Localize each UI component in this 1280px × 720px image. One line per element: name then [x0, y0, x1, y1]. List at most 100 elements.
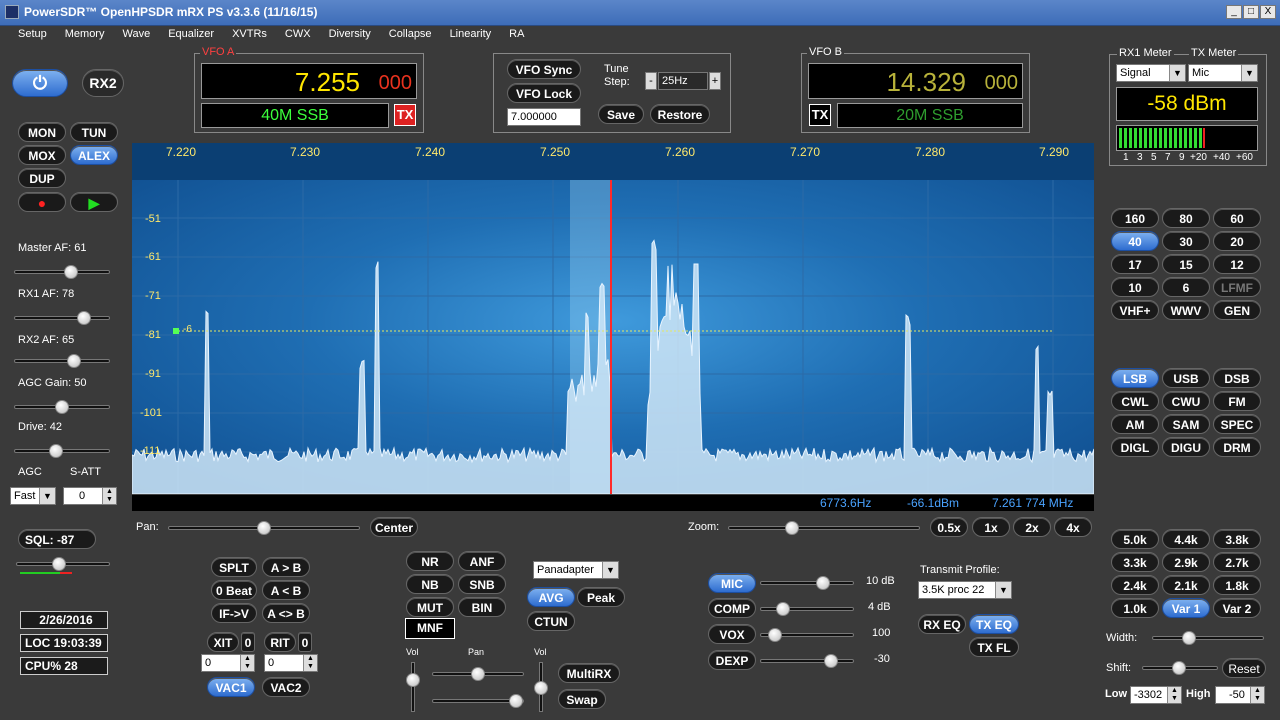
vfob-tx-button[interactable]: TX — [809, 104, 831, 126]
power-button[interactable]: ⏻ — [12, 69, 68, 97]
squelch-marker-box[interactable] — [173, 328, 179, 334]
filter-button-10k[interactable]: 1.0k — [1111, 598, 1159, 618]
vol-knob[interactable] — [406, 673, 420, 687]
dexp-button[interactable]: DEXP — [708, 650, 756, 670]
ctun-button[interactable]: CTUN — [527, 611, 575, 631]
mode-button-digl[interactable]: DIGL — [1111, 437, 1159, 457]
mode-button-am[interactable]: AM — [1111, 414, 1159, 434]
comp-button[interactable]: COMP — [708, 598, 756, 618]
save-button[interactable]: Save — [598, 104, 644, 124]
play-button[interactable]: ▶ — [70, 192, 118, 212]
rit-button[interactable]: RIT — [264, 632, 296, 652]
rx2-af-knob[interactable] — [67, 354, 81, 368]
zoom-1x-button[interactable]: 1x — [972, 517, 1010, 537]
xit-button[interactable]: XIT — [207, 632, 239, 652]
freq-input[interactable]: 7.000000 — [507, 108, 581, 126]
width-slider[interactable] — [1152, 636, 1264, 640]
band-button-gen[interactable]: GEN — [1213, 300, 1261, 320]
vfob-freq-display[interactable]: 14.329 000 — [808, 63, 1023, 99]
rx1-meter-select[interactable]: Signal ▼ — [1116, 64, 1186, 82]
minimize-button[interactable]: _ — [1226, 5, 1242, 19]
rx1-af-slider[interactable] — [14, 316, 110, 320]
menu-linearity[interactable]: Linearity — [441, 26, 501, 40]
vac1-button[interactable]: VAC1 — [207, 677, 255, 697]
comp-knob[interactable] — [776, 602, 790, 616]
pan-dsp-knob[interactable] — [471, 667, 485, 681]
menu-diversity[interactable]: Diversity — [320, 26, 380, 40]
mode-button-sam[interactable]: SAM — [1162, 414, 1210, 434]
dup-button[interactable]: DUP — [18, 168, 66, 188]
menu-setup[interactable]: Setup — [0, 26, 56, 40]
filter-button-24k[interactable]: 2.4k — [1111, 575, 1159, 595]
menu-cwx[interactable]: CWX — [276, 26, 320, 40]
filter-button-33k[interactable]: 3.3k — [1111, 552, 1159, 572]
band-button-6[interactable]: 6 — [1162, 277, 1210, 297]
peak-button[interactable]: Peak — [577, 587, 625, 607]
transmit-profile-select[interactable]: 3.5K proc 22 ▼ — [918, 581, 1012, 599]
zoom-0.5x-button[interactable]: 0.5x — [930, 517, 968, 537]
spectrum-plot[interactable]: -51 -61 -71 -81 -91 -101 -111 -6 — [132, 180, 1094, 494]
rx1-af-knob[interactable] — [77, 311, 91, 325]
alex-button[interactable]: ALEX — [70, 145, 118, 165]
b-to-a-button[interactable]: A < B — [262, 580, 310, 600]
master-af-slider[interactable] — [14, 270, 110, 274]
vox-button[interactable]: VOX — [708, 624, 756, 644]
tx-meter-select[interactable]: Mic ▼ — [1188, 64, 1258, 82]
tun-button[interactable]: TUN — [70, 122, 118, 142]
master-af-knob[interactable] — [64, 265, 78, 279]
if-v-button[interactable]: IF->V — [211, 603, 257, 623]
mode-button-cwl[interactable]: CWL — [1111, 391, 1159, 411]
sql-knob[interactable] — [52, 557, 66, 571]
band-button-wwv[interactable]: WWV — [1162, 300, 1210, 320]
vol2-knob[interactable] — [534, 681, 548, 695]
pan-knob[interactable] — [257, 521, 271, 535]
mode-button-dsb[interactable]: DSB — [1213, 368, 1261, 388]
split-button[interactable]: SPLT — [211, 557, 257, 577]
center-button[interactable]: Center — [370, 517, 418, 537]
vfo-sync-button[interactable]: VFO Sync — [507, 59, 581, 79]
band-button-vhf[interactable]: VHF+ — [1111, 300, 1159, 320]
menu-xvtrs[interactable]: XVTRs — [223, 26, 276, 40]
pan-dsp-knob-2[interactable] — [509, 694, 523, 708]
band-button-17[interactable]: 17 — [1111, 254, 1159, 274]
multirx-button[interactable]: MultiRX — [558, 663, 620, 683]
mode-button-fm[interactable]: FM — [1213, 391, 1261, 411]
mode-button-spec[interactable]: SPEC — [1213, 414, 1261, 434]
agc-gain-knob[interactable] — [55, 400, 69, 414]
band-button-40[interactable]: 40 — [1111, 231, 1159, 251]
rx-eq-button[interactable]: RX EQ — [918, 614, 966, 634]
zoom-2x-button[interactable]: 2x — [1013, 517, 1051, 537]
mut-button[interactable]: MUT — [406, 597, 454, 617]
vfoa-freq-display[interactable]: 7.255 000 — [201, 63, 417, 99]
band-button-30[interactable]: 30 — [1162, 231, 1210, 251]
swap-ab-button[interactable]: A <> B — [262, 603, 310, 623]
rx2-af-slider[interactable] — [14, 359, 110, 363]
zoom-knob[interactable] — [785, 521, 799, 535]
mic-slider[interactable] — [760, 581, 854, 585]
tune-step-plus[interactable]: + — [709, 72, 721, 90]
band-button-12[interactable]: 12 — [1213, 254, 1261, 274]
filter-button-27k[interactable]: 2.7k — [1213, 552, 1261, 572]
width-knob[interactable] — [1182, 631, 1196, 645]
drive-knob[interactable] — [49, 444, 63, 458]
anf-button[interactable]: ANF — [458, 551, 506, 571]
nb-button[interactable]: NB — [406, 574, 454, 594]
mode-button-usb[interactable]: USB — [1162, 368, 1210, 388]
high-spinner[interactable]: -50 ▲ ▼ — [1215, 686, 1265, 704]
mode-button-drm[interactable]: DRM — [1213, 437, 1261, 457]
satt-spinner[interactable]: 0 ▲ ▼ — [63, 487, 117, 505]
sql-button[interactable]: SQL: -87 — [18, 529, 96, 549]
band-button-10[interactable]: 10 — [1111, 277, 1159, 297]
restore-button[interactable]: Restore — [650, 104, 710, 124]
band-button-80[interactable]: 80 — [1162, 208, 1210, 228]
tx-eq-button[interactable]: TX EQ — [969, 614, 1019, 634]
filter-button-29k[interactable]: 2.9k — [1162, 552, 1210, 572]
rx2-button[interactable]: RX2 — [82, 69, 124, 97]
mic-button[interactable]: MIC — [708, 573, 756, 593]
vol-slider[interactable] — [411, 662, 415, 712]
filter-button-44k[interactable]: 4.4k — [1162, 529, 1210, 549]
display-mode-select[interactable]: Panadapter ▼ — [533, 561, 619, 579]
mnf-button[interactable]: MNF — [405, 618, 455, 639]
comp-slider[interactable] — [760, 607, 854, 611]
filter-button-38k[interactable]: 3.8k — [1213, 529, 1261, 549]
